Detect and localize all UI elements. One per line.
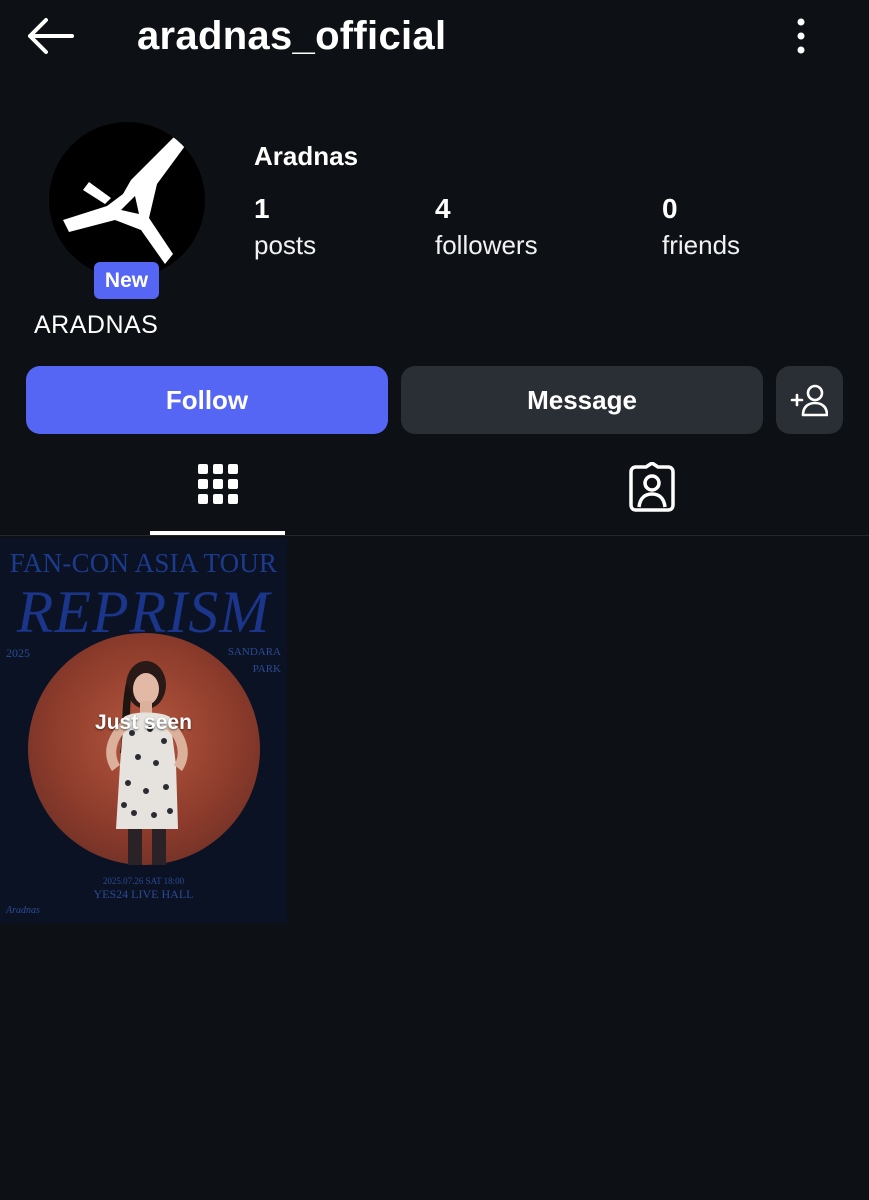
tab-tagged[interactable] bbox=[584, 452, 719, 536]
tabs-divider bbox=[0, 535, 869, 536]
more-vertical-icon[interactable] bbox=[786, 14, 816, 58]
new-badge: New bbox=[94, 262, 159, 299]
person-silhouette bbox=[106, 661, 188, 865]
message-button[interactable]: Message bbox=[401, 366, 763, 434]
top-bar: aradnas_official bbox=[0, 0, 869, 75]
aradnas-logo-icon bbox=[63, 136, 185, 264]
tagged-user-icon bbox=[629, 462, 675, 512]
profile-nickname: ARADNAS bbox=[34, 311, 159, 339]
followers-stat[interactable]: 4 followers bbox=[435, 192, 538, 264]
avatar[interactable] bbox=[49, 122, 205, 278]
posts-count: 1 bbox=[254, 193, 270, 224]
just-seen-label: Just seen bbox=[95, 711, 192, 734]
poster-photo-circle bbox=[28, 633, 260, 865]
post-thumbnail[interactable]: FAN-CON ASIA TOUR REPRISM 2025 SANDARA P… bbox=[0, 538, 287, 923]
grid-icon bbox=[198, 464, 238, 504]
poster-venue: YES24 LIVE HALL bbox=[93, 887, 194, 901]
tab-posts-grid[interactable] bbox=[150, 452, 285, 536]
arrow-left-icon[interactable] bbox=[24, 14, 76, 58]
display-name: Aradnas bbox=[254, 141, 359, 171]
poster-date: 2025.07.26 SAT 18:00 bbox=[102, 876, 185, 886]
friends-count: 0 bbox=[662, 193, 678, 224]
posts-stat[interactable]: 1 posts bbox=[254, 192, 316, 264]
followers-label: followers bbox=[435, 230, 538, 260]
poster-year: 2025 bbox=[6, 646, 30, 660]
add-user-icon bbox=[790, 384, 828, 417]
poster-title: FAN-CON ASIA TOUR bbox=[9, 548, 278, 578]
posts-label: posts bbox=[254, 230, 317, 260]
friends-stat[interactable]: 0 friends bbox=[662, 192, 740, 264]
add-friend-button[interactable] bbox=[776, 366, 843, 434]
friends-label: friends bbox=[662, 230, 741, 260]
follow-button[interactable]: Follow bbox=[26, 366, 388, 434]
poster-brand: Aradnas bbox=[6, 905, 40, 916]
followers-count: 4 bbox=[435, 193, 451, 224]
profile-username: aradnas_official bbox=[137, 14, 447, 58]
